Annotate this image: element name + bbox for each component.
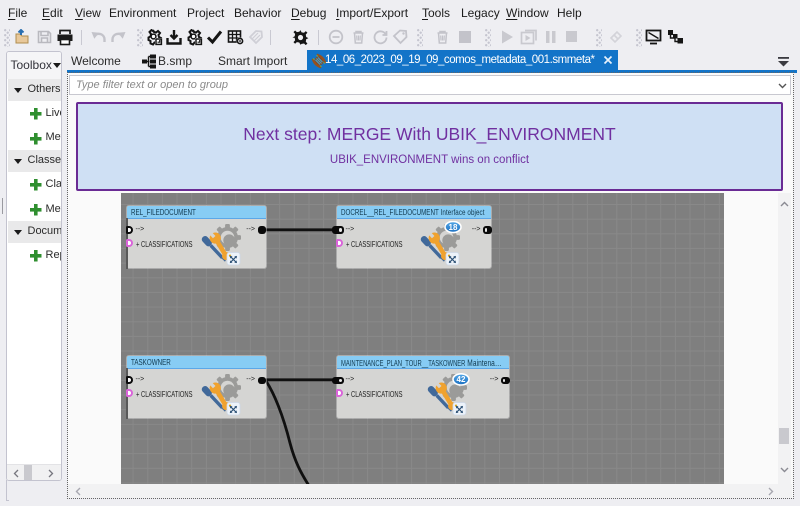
svg-text:18: 18: [448, 223, 457, 232]
svg-text:42: 42: [457, 375, 466, 384]
